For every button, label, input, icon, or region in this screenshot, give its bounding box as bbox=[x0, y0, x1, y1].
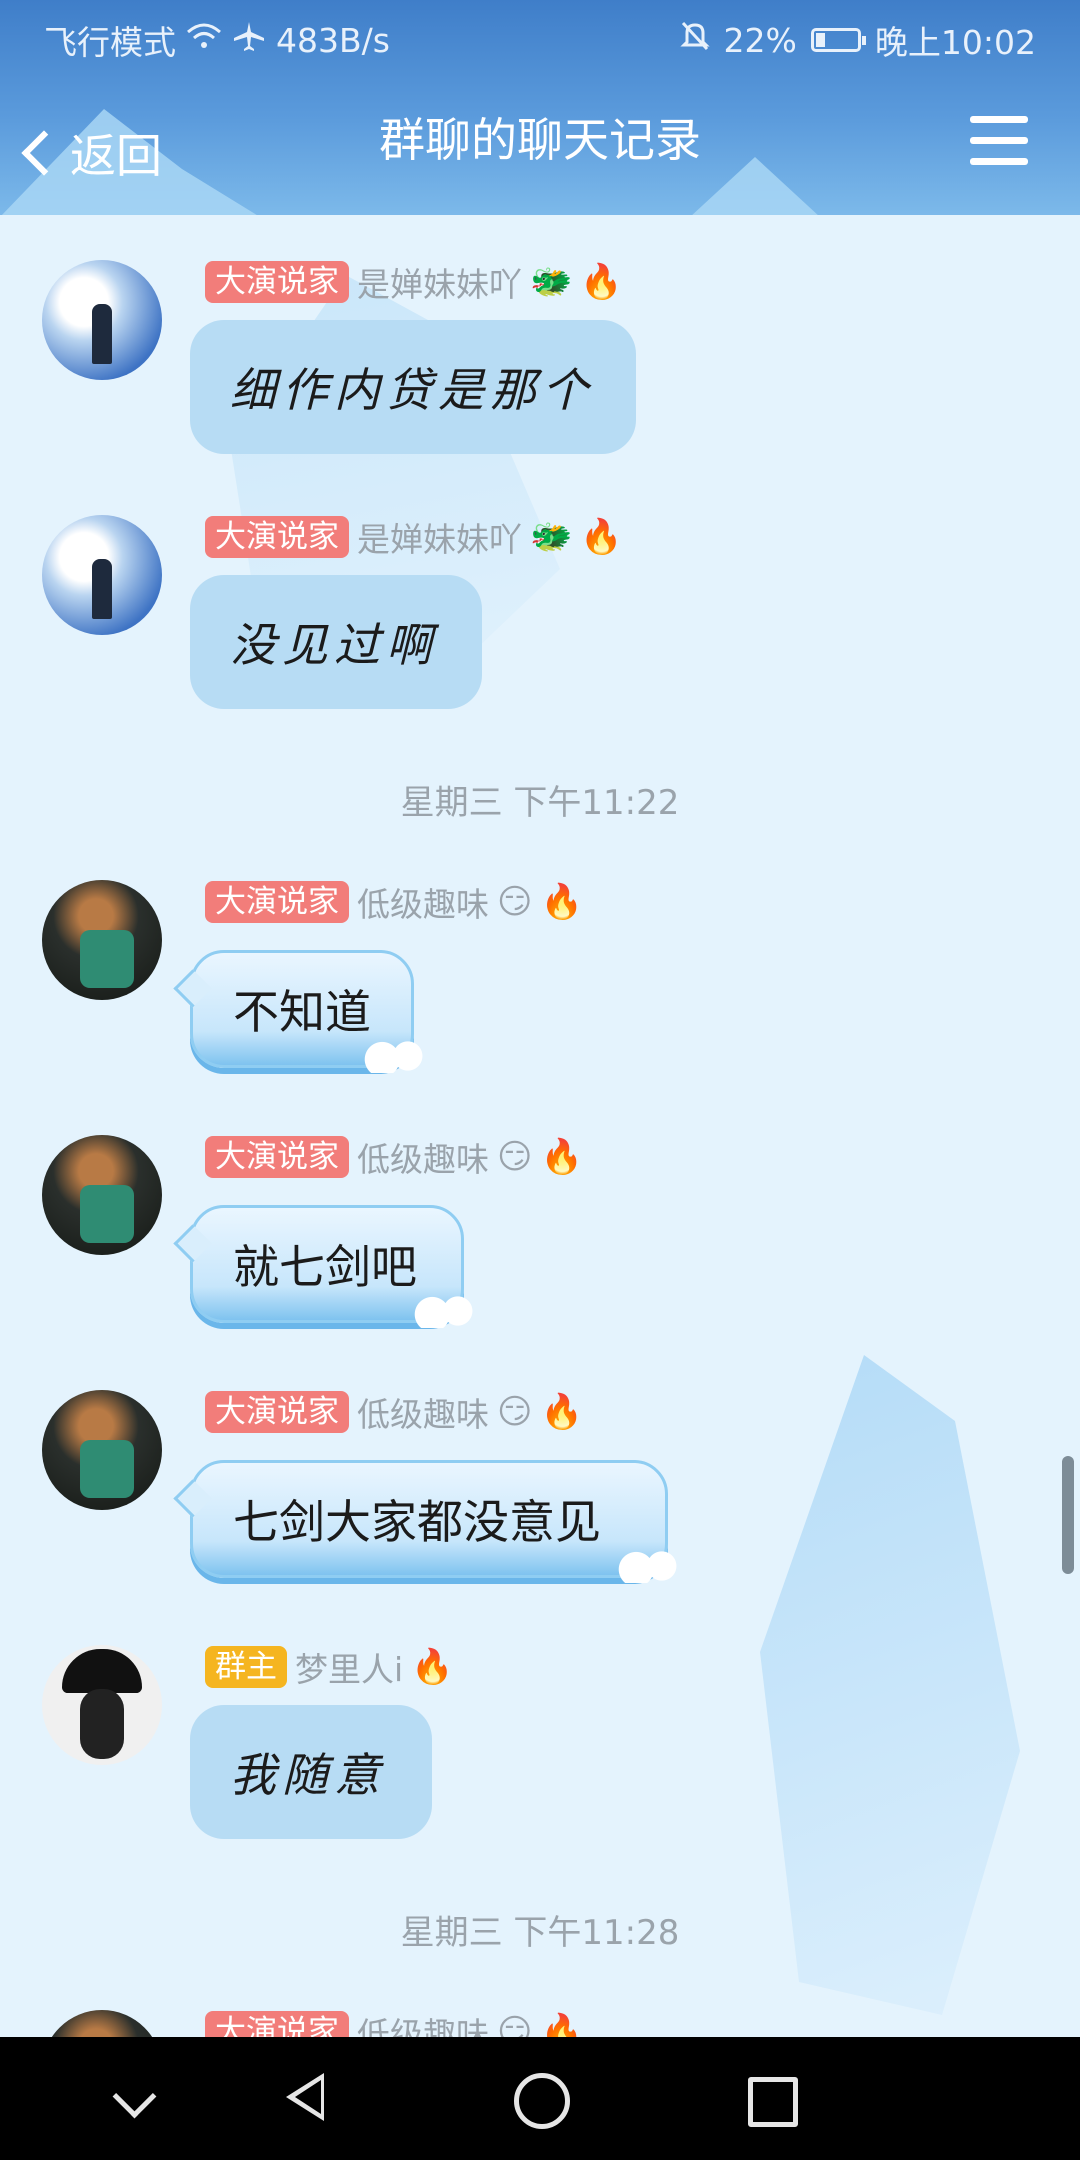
message-bubble[interactable]: 七剑大家都没意见 bbox=[190, 1460, 681, 1583]
page-title: 群聊的聊天记录 bbox=[379, 113, 701, 167]
sender-row: 群主 梦里人i 🔥 bbox=[205, 1645, 454, 1689]
sender-row: 大演说家 低级趣味 😏 🔥 bbox=[205, 880, 583, 924]
message-bubble[interactable]: 就七剑吧 bbox=[190, 1205, 477, 1328]
square-recents-icon[interactable] bbox=[708, 2037, 828, 2160]
fire-icon: 🔥 bbox=[540, 1137, 583, 1177]
smirk-icon: 😏 bbox=[497, 882, 533, 922]
title-badge: 大演说家 bbox=[205, 881, 349, 923]
avatar[interactable] bbox=[42, 1135, 162, 1255]
fire-icon: 🔥 bbox=[540, 882, 583, 922]
network-speed: 483B/s bbox=[276, 20, 390, 60]
title-badge: 大演说家 bbox=[205, 2011, 349, 2037]
airplane-icon bbox=[232, 20, 266, 60]
sender-name[interactable]: 是婵妹妹吖 bbox=[357, 258, 522, 306]
avatar[interactable] bbox=[42, 2010, 162, 2037]
title-badge: 大演说家 bbox=[205, 261, 349, 303]
sender-row: 大演说家 是婵妹妹吖 🐲 🔥 bbox=[205, 515, 623, 559]
fire-icon: 🔥 bbox=[540, 1392, 583, 1432]
title-badge: 大演说家 bbox=[205, 1136, 349, 1178]
dragon-icon: 🐲 bbox=[530, 517, 573, 557]
smirk-icon: 😏 bbox=[497, 1137, 533, 1177]
header: 返回 群聊的聊天记录 bbox=[0, 72, 1080, 215]
clock: 晚上10:02 bbox=[874, 23, 1036, 62]
navigation-bar bbox=[0, 2037, 1080, 2160]
chevron-down-icon[interactable] bbox=[74, 2037, 194, 2160]
top-bar: 飞行模式 483B/s 22% 晚上10:02 返回 群聊的聊天记录 bbox=[0, 0, 1080, 215]
owner-badge: 群主 bbox=[205, 1646, 287, 1688]
fire-icon: 🔥 bbox=[540, 2012, 583, 2037]
timestamp: 星期三 下午11:22 bbox=[400, 783, 680, 823]
sender-name[interactable]: 低级趣味 bbox=[357, 2008, 489, 2037]
sender-name[interactable]: 是婵妹妹吖 bbox=[357, 513, 522, 561]
avatar[interactable] bbox=[42, 1390, 162, 1510]
wifi-icon bbox=[186, 21, 222, 60]
battery-percent: 22% bbox=[723, 20, 797, 60]
fire-icon: 🔥 bbox=[580, 517, 623, 557]
timestamp: 星期三 下午11:28 bbox=[400, 1913, 680, 1953]
smirk-icon: 😏 bbox=[497, 2012, 533, 2037]
sender-row: 大演说家 是婵妹妹吖 🐲 🔥 bbox=[205, 260, 623, 304]
battery-fill bbox=[815, 33, 825, 47]
sender-name[interactable]: 低级趣味 bbox=[357, 1133, 489, 1181]
sender-name[interactable]: 低级趣味 bbox=[357, 878, 489, 926]
triangle-back-icon[interactable] bbox=[248, 2037, 368, 2160]
bell-off-icon bbox=[679, 20, 710, 60]
sender-row: 大演说家 低级趣味 😏 🔥 bbox=[205, 1390, 583, 1434]
sender-row: 大演说家 低级趣味 😏 🔥 bbox=[205, 2010, 583, 2037]
scrollbar[interactable] bbox=[1062, 1456, 1074, 1574]
message-bubble[interactable]: 我随意 bbox=[190, 1705, 432, 1839]
fire-icon: 🔥 bbox=[580, 262, 623, 302]
smirk-icon: 😏 bbox=[497, 1392, 533, 1432]
message-bubble[interactable]: 不知道 bbox=[190, 950, 427, 1073]
fire-icon: 🔥 bbox=[411, 1647, 454, 1687]
message-bubble[interactable]: 没见过啊 bbox=[190, 575, 482, 709]
avatar[interactable] bbox=[42, 880, 162, 1000]
avatar[interactable] bbox=[42, 260, 162, 380]
avatar[interactable] bbox=[42, 515, 162, 635]
chat-history[interactable]: 大演说家 是婵妹妹吖 🐲 🔥 细作内贷是那个 大演说家 是婵妹妹吖 🐲 🔥 没见… bbox=[0, 215, 1080, 2037]
dragon-icon: 🐲 bbox=[530, 262, 573, 302]
avatar[interactable] bbox=[42, 1645, 162, 1765]
title-badge: 大演说家 bbox=[205, 1391, 349, 1433]
title-badge: 大演说家 bbox=[205, 516, 349, 558]
hamburger-menu-icon[interactable] bbox=[970, 116, 1028, 166]
battery-icon bbox=[810, 28, 866, 52]
airplane-mode-label: 飞行模式 bbox=[44, 23, 176, 62]
status-bar: 飞行模式 483B/s 22% 晚上10:02 bbox=[0, 0, 1080, 72]
message-bubble[interactable]: 细作内贷是那个 bbox=[190, 320, 636, 454]
sender-name[interactable]: 低级趣味 bbox=[357, 1388, 489, 1436]
sender-name[interactable]: 梦里人i bbox=[295, 1643, 403, 1691]
circle-home-icon[interactable] bbox=[480, 2037, 600, 2160]
sender-row: 大演说家 低级趣味 😏 🔥 bbox=[205, 1135, 583, 1179]
